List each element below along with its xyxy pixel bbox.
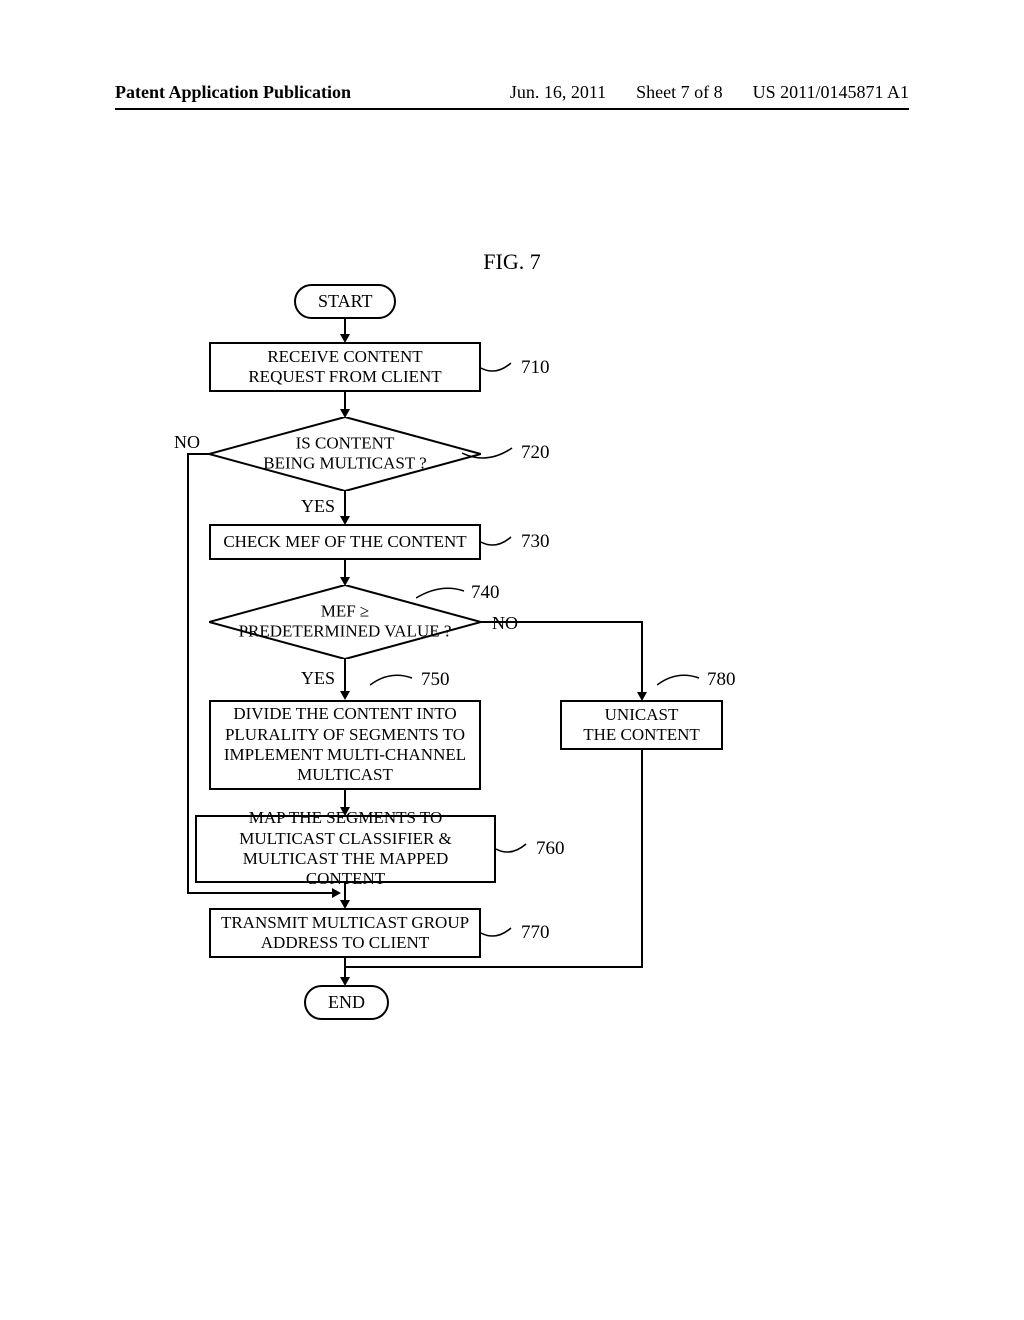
arrow-line bbox=[344, 883, 346, 901]
process-730-text: CHECK MEF OF THE CONTENT bbox=[223, 532, 466, 552]
ref-connector bbox=[481, 923, 521, 943]
yes-label: YES bbox=[301, 496, 335, 517]
ref-connector bbox=[416, 583, 471, 603]
flowchart: START RECEIVE CONTENT REQUEST FROM CLIEN… bbox=[168, 284, 723, 1084]
process-780-text: UNICAST THE CONTENT bbox=[583, 705, 700, 746]
header-pubno: US 2011/0145871 A1 bbox=[753, 82, 909, 103]
ref-730: 730 bbox=[521, 531, 550, 553]
ref-750: 750 bbox=[421, 669, 450, 691]
arrow-line bbox=[187, 453, 189, 894]
ref-connector bbox=[481, 532, 521, 552]
ref-770: 770 bbox=[521, 922, 550, 944]
decision-720: IS CONTENT BEING MULTICAST ? bbox=[209, 417, 481, 491]
process-750-text: DIVIDE THE CONTENT INTO PLURALITY OF SEG… bbox=[224, 704, 466, 786]
arrow-line bbox=[187, 453, 209, 455]
page-header: Patent Application Publication Jun. 16, … bbox=[0, 82, 1024, 103]
ref-720: 720 bbox=[521, 442, 550, 464]
ref-connector bbox=[462, 443, 522, 463]
figure-title: FIG. 7 bbox=[483, 249, 540, 275]
arrow-line bbox=[344, 491, 346, 517]
decision-720-text: IS CONTENT BEING MULTICAST ? bbox=[236, 434, 454, 475]
arrow-line bbox=[344, 392, 346, 410]
process-710: RECEIVE CONTENT REQUEST FROM CLIENT bbox=[209, 342, 481, 392]
arrow-line bbox=[344, 560, 346, 578]
process-710-text: RECEIVE CONTENT REQUEST FROM CLIENT bbox=[248, 347, 441, 388]
header-right: Jun. 16, 2011 Sheet 7 of 8 US 2011/01458… bbox=[510, 82, 909, 103]
process-770: TRANSMIT MULTICAST GROUP ADDRESS TO CLIE… bbox=[209, 908, 481, 958]
arrow-line bbox=[481, 621, 643, 623]
process-730: CHECK MEF OF THE CONTENT bbox=[209, 524, 481, 560]
ref-780: 780 bbox=[707, 669, 736, 691]
arrow-line bbox=[344, 659, 346, 692]
no-label: NO bbox=[174, 432, 200, 453]
process-780: UNICAST THE CONTENT bbox=[560, 700, 723, 750]
process-750: DIVIDE THE CONTENT INTO PLURALITY OF SEG… bbox=[209, 700, 481, 790]
arrow-line bbox=[344, 790, 346, 808]
process-760-text: MAP THE SEGMENTS TO MULTICAST CLASSIFIER… bbox=[205, 808, 486, 890]
arrow-line bbox=[344, 317, 346, 335]
no-label-740: NO bbox=[492, 613, 518, 634]
ref-710: 710 bbox=[521, 357, 550, 379]
ref-760: 760 bbox=[536, 838, 565, 860]
ref-connector bbox=[370, 670, 420, 690]
ref-connector bbox=[496, 839, 536, 859]
yes-label-740: YES bbox=[301, 668, 335, 689]
arrow-line bbox=[345, 966, 643, 968]
process-770-text: TRANSMIT MULTICAST GROUP ADDRESS TO CLIE… bbox=[221, 913, 469, 954]
header-left: Patent Application Publication bbox=[115, 82, 351, 103]
arrow-head-icon bbox=[340, 691, 350, 700]
arrow-line bbox=[187, 892, 333, 894]
header-divider bbox=[115, 108, 909, 110]
arrow-line bbox=[641, 621, 643, 693]
end-node: END bbox=[304, 985, 389, 1020]
arrow-line bbox=[344, 958, 346, 978]
decision-740-text: MEF ≥ PREDETERMINED VALUE ? bbox=[236, 602, 454, 643]
header-date: Jun. 16, 2011 bbox=[510, 82, 606, 103]
arrow-head-icon bbox=[332, 888, 341, 898]
ref-connector bbox=[481, 358, 521, 378]
ref-connector bbox=[657, 670, 707, 690]
process-760: MAP THE SEGMENTS TO MULTICAST CLASSIFIER… bbox=[195, 815, 496, 883]
start-node: START bbox=[294, 284, 396, 319]
header-sheet: Sheet 7 of 8 bbox=[636, 82, 722, 103]
arrow-line bbox=[641, 750, 643, 968]
ref-740: 740 bbox=[471, 582, 500, 604]
